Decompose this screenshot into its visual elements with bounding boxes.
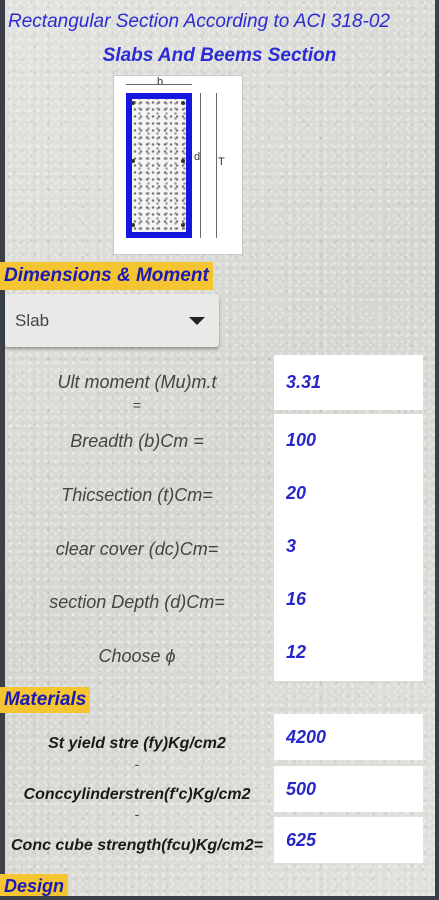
rebar-dot — [181, 101, 185, 105]
thickness-input[interactable] — [286, 475, 416, 511]
clear-cover-field[interactable] — [274, 528, 423, 564]
yield-strength-input[interactable] — [286, 714, 416, 760]
chevron-down-icon — [189, 317, 205, 325]
ult-moment-label: Ult moment (Mu)m.t — [57, 372, 217, 392]
choose-phi-field[interactable] — [274, 634, 423, 670]
rebar-dot — [181, 223, 185, 227]
design-header: Design — [0, 874, 69, 896]
thickness-field[interactable] — [274, 475, 423, 511]
section-type-value: Slab — [15, 311, 50, 330]
choose-phi-input[interactable] — [286, 634, 416, 670]
thickness-label-text: Thicsection (t)Cm= — [61, 485, 213, 505]
rebar-dot — [181, 159, 185, 163]
cube-strength-input[interactable] — [286, 817, 416, 863]
depth-label: d — [194, 151, 201, 163]
breadth-dimension-line — [126, 84, 192, 85]
thickness-label: T — [218, 156, 225, 168]
choose-phi-label: Choose ϕ — [98, 646, 176, 666]
cylinder-strength-label-note: - — [134, 806, 140, 822]
ult-moment-label-note: = — [132, 397, 142, 413]
section-depth-input[interactable] — [286, 581, 416, 617]
cylinder-strength-label: Conccylinderstren(f'c)Kg/cm2 — [23, 786, 251, 803]
section-depth-field[interactable] — [274, 581, 423, 617]
app-subtitle: Slabs And Beems Section — [102, 45, 337, 66]
rebar-dot — [131, 223, 135, 227]
rebar-dot — [131, 101, 135, 105]
yield-strength-field[interactable] — [274, 714, 423, 760]
cylinder-strength-field[interactable] — [274, 766, 423, 812]
dimensions-header: Dimensions & Moment — [0, 262, 213, 290]
breadth-input[interactable] — [286, 422, 416, 458]
rebar-dot — [131, 159, 135, 163]
breadth-label: b — [157, 76, 164, 88]
breadth-field[interactable] — [274, 422, 423, 458]
breadth-label-text: Breadth (b)Cm = — [70, 431, 204, 451]
cube-strength-field[interactable] — [274, 817, 423, 863]
thickness-dimension-line — [216, 93, 217, 238]
concrete-section — [126, 93, 192, 238]
ult-moment-input[interactable] — [286, 355, 416, 410]
app-title: Rectangular Section According to ACI 318… — [8, 11, 390, 32]
ult-moment-field[interactable] — [274, 355, 423, 410]
yield-strength-label: St yield stre (fy)Kg/cm2 — [48, 735, 226, 752]
window-frame-right — [435, 0, 439, 900]
depth-dimension-line — [200, 93, 201, 238]
materials-header: Materials — [0, 687, 91, 713]
clear-cover-label: clear cover (dc)Cm= — [55, 539, 219, 559]
window-frame-bottom — [0, 896, 439, 900]
clear-cover-input[interactable] — [286, 528, 416, 564]
cube-strength-label: Conc cube strength(fcu)Kg/cm2= — [10, 837, 264, 854]
yield-strength-label-note: - — [134, 756, 140, 772]
section-diagram: b d T — [113, 75, 243, 255]
cylinder-strength-input[interactable] — [286, 766, 416, 812]
section-depth-label: section Depth (d)Cm= — [49, 592, 225, 612]
section-type-dropdown[interactable]: Slab — [5, 294, 219, 347]
